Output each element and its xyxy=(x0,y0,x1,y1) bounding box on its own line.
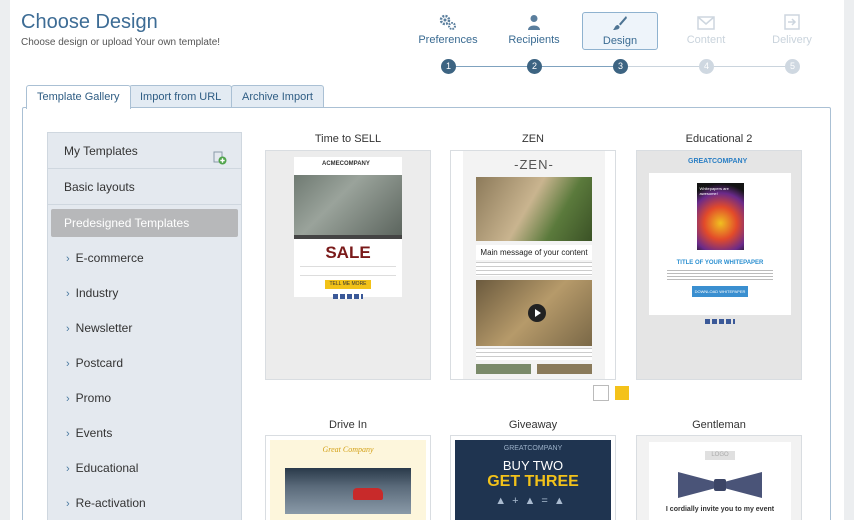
step-content: Content xyxy=(668,12,744,50)
template-card-gentleman[interactable]: LOGO I cordially invite you to my event xyxy=(636,435,802,520)
envelope-icon xyxy=(668,12,744,30)
template-name: ZEN xyxy=(522,133,544,145)
app-frame: Choose Design Choose design or upload Yo… xyxy=(10,0,844,520)
template-hero-image xyxy=(294,175,402,235)
step-label: Delivery xyxy=(772,34,812,46)
bowtie-image xyxy=(670,468,770,502)
step-delivery: Delivery xyxy=(754,12,830,50)
sidebar-item-label: My Templates xyxy=(64,144,138,158)
template-logo: GREATCOMPANY xyxy=(503,445,563,452)
template-headline: SALE xyxy=(325,243,371,262)
chevron-right-icon: › xyxy=(66,463,70,475)
step-dot: 4 xyxy=(699,59,714,74)
step-design[interactable]: Design xyxy=(582,12,658,50)
tab-import-from-url[interactable]: Import from URL xyxy=(129,85,233,108)
template-card-giveaway[interactable]: GREATCOMPANY BUY TWO GET THREE ▲+▲=▲ xyxy=(450,435,616,520)
tshirt-icons: ▲+▲=▲ xyxy=(495,495,571,507)
whitepaper-cover-image: Whitepapers are awesome! xyxy=(696,183,744,250)
template-logo: ACMECOMPANY xyxy=(322,161,370,167)
template-cta: DOWNLOAD WHITEPAPER xyxy=(692,286,748,297)
step-label: Content xyxy=(686,34,726,46)
play-icon xyxy=(528,304,546,322)
template-hero-image xyxy=(476,177,592,241)
template-line2: GET THREE xyxy=(487,473,579,490)
template-logo: LOGO xyxy=(705,451,735,460)
category-sidebar: My Templates Basic layouts Predesigned T… xyxy=(47,132,242,520)
template-card-zen[interactable]: -ZEN- Main message of your content xyxy=(450,150,616,380)
tab-template-gallery[interactable]: Template Gallery xyxy=(26,85,131,109)
sidebar-item-predesigned[interactable]: Predesigned Templates xyxy=(51,209,238,237)
sidebar-item-label: Postcard xyxy=(75,356,124,370)
template-name: Drive In xyxy=(329,419,367,431)
sidebar-item-my-templates[interactable]: My Templates xyxy=(48,133,241,169)
sidebar-item-industry[interactable]: › Industry xyxy=(48,276,241,311)
sidebar-item-re-activation[interactable]: › Re-activation xyxy=(48,486,241,520)
chevron-right-icon: › xyxy=(66,428,70,440)
page-subtitle: Choose design or upload Your own templat… xyxy=(21,37,221,48)
template-logo: -ZEN- xyxy=(514,157,554,172)
cover-text: Whitepapers are awesome! xyxy=(699,186,729,196)
template-video-image xyxy=(476,280,592,346)
sidebar-item-label: Events xyxy=(75,426,113,440)
sidebar-item-label: Re-activation xyxy=(75,496,146,510)
gallery-panel: My Templates Basic layouts Predesigned T… xyxy=(22,107,831,520)
step-dot: 5 xyxy=(785,59,800,74)
chevron-right-icon: › xyxy=(66,498,70,510)
sidebar-item-label: E-commerce xyxy=(75,251,144,265)
gears-icon xyxy=(410,12,486,30)
template-card-educational-2[interactable]: GREATCOMPANY Whitepapers are awesome! TI… xyxy=(636,150,802,380)
page-title: Choose Design xyxy=(21,11,158,33)
step-dot: 2 xyxy=(527,59,542,74)
step-recipients[interactable]: Recipients xyxy=(496,12,572,50)
template-logo: Great Company xyxy=(322,445,374,454)
sidebar-item-newsletter[interactable]: › Newsletter xyxy=(48,311,241,346)
template-cta: TELL ME MORE xyxy=(325,280,371,289)
tab-archive-import[interactable]: Archive Import xyxy=(231,85,324,108)
sidebar-item-educational[interactable]: › Educational xyxy=(48,451,241,486)
template-logo: GREATCOMPANY xyxy=(688,158,748,165)
template-line1: BUY TWO xyxy=(502,458,564,473)
step-dot: 1 xyxy=(441,59,456,74)
template-hero-image xyxy=(285,468,411,514)
sidebar-item-label: Newsletter xyxy=(75,321,133,335)
export-icon xyxy=(754,12,830,30)
sidebar-item-label: Promo xyxy=(75,391,112,405)
white-swatch[interactable] xyxy=(593,385,609,401)
step-label: Preferences xyxy=(418,34,478,46)
template-name: Giveaway xyxy=(508,419,558,431)
chevron-right-icon: › xyxy=(66,288,70,300)
template-headline: Main message of your content xyxy=(476,245,592,260)
step-label: Design xyxy=(602,35,638,47)
template-name: Time to SELL xyxy=(314,133,382,145)
chevron-right-icon: › xyxy=(66,253,70,265)
template-name: Gentleman xyxy=(692,419,746,431)
step-preferences[interactable]: Preferences xyxy=(410,12,486,50)
sidebar-item-events[interactable]: › Events xyxy=(48,416,241,451)
sidebar-item-label: Industry xyxy=(75,286,119,300)
sidebar-item-label: Educational xyxy=(75,461,139,475)
template-headline: TITLE OF YOUR WHITEPAPER xyxy=(676,260,764,266)
chevron-right-icon: › xyxy=(66,323,70,335)
sidebar-item-basic-layouts[interactable]: Basic layouts xyxy=(48,169,241,205)
user-icon xyxy=(496,12,572,30)
step-dot: 3 xyxy=(613,59,628,74)
yellow-swatch[interactable] xyxy=(615,386,629,400)
template-card-drive-in[interactable]: Great Company xyxy=(265,435,431,520)
sidebar-item-postcard[interactable]: › Postcard xyxy=(48,346,241,381)
chevron-right-icon: › xyxy=(66,358,70,370)
template-card-time-to-sell[interactable]: ACMECOMPANY SALE TELL ME MORE xyxy=(265,150,431,380)
brush-icon xyxy=(583,13,657,31)
sidebar-item-e-commerce[interactable]: › E-commerce xyxy=(48,241,241,276)
step-label: Recipients xyxy=(508,34,560,46)
sidebar-item-promo[interactable]: › Promo xyxy=(48,381,241,416)
template-name: Educational 2 xyxy=(685,133,753,145)
chevron-right-icon: › xyxy=(66,393,70,405)
template-headline: I cordially invite you to my event xyxy=(665,506,775,513)
